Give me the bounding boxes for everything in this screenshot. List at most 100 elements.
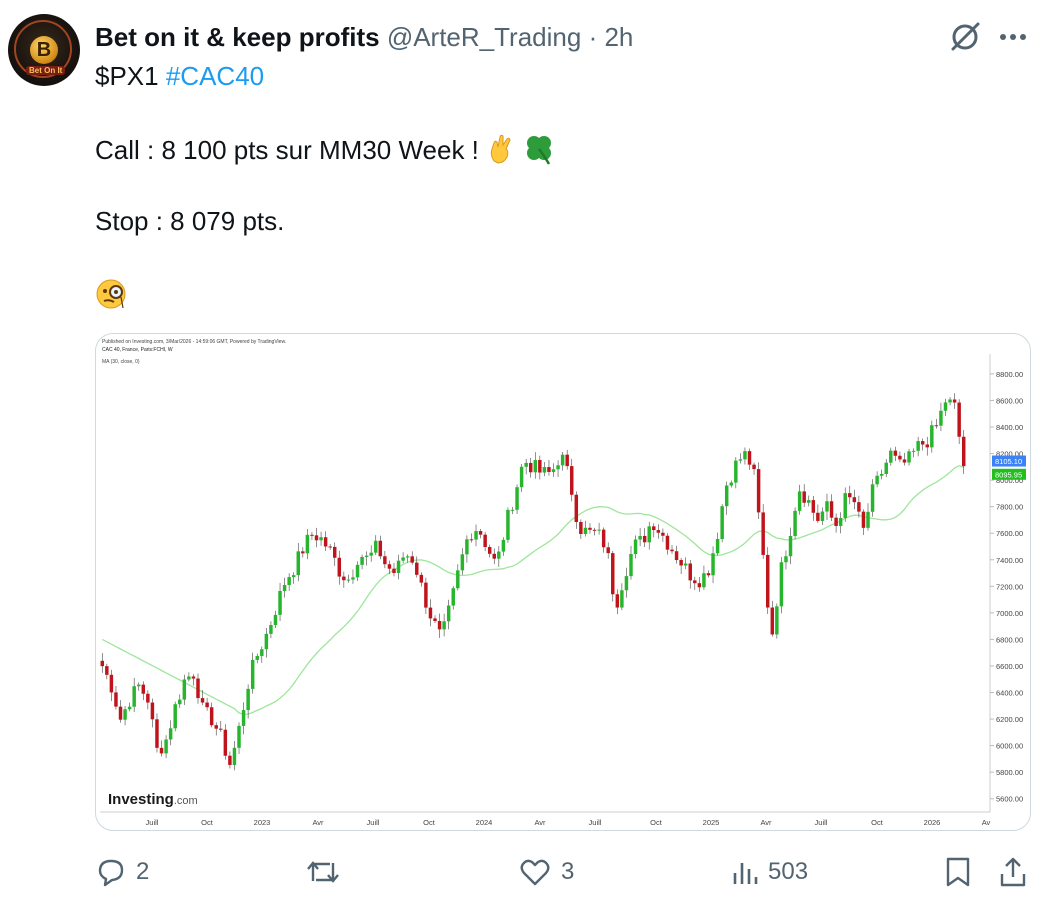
candle-body <box>756 469 761 513</box>
candle-body <box>264 633 269 650</box>
more-options-icon[interactable] <box>996 22 1030 52</box>
y-tick-label: 7200.00 <box>996 582 1023 591</box>
candle-body <box>939 410 943 426</box>
candle-body <box>132 686 136 707</box>
ticker-text[interactable]: $PX1 <box>95 61 159 91</box>
candle-body <box>260 649 264 657</box>
candle-body <box>738 459 743 461</box>
candlestick-chart: Published on Investing.com, 3/Mar/2026 -… <box>100 339 1026 827</box>
heart-icon <box>520 859 550 886</box>
last-price-tag: 8105.10 <box>995 457 1022 466</box>
candle-body <box>638 536 642 540</box>
bookmark-button[interactable] <box>944 852 972 892</box>
candle-body <box>775 606 779 635</box>
user-handle[interactable]: @ArteR_Trading <box>387 22 582 52</box>
candle-body <box>875 475 879 485</box>
candle-body <box>961 436 966 467</box>
x-tick-label: Avr <box>534 818 546 827</box>
candle-body <box>747 451 752 465</box>
candle-body <box>825 501 829 512</box>
candle-body <box>661 532 665 536</box>
candle-body <box>342 576 346 581</box>
candle-body <box>291 575 296 578</box>
candle-body <box>415 562 419 575</box>
candle-body <box>478 531 483 535</box>
avatar[interactable]: B Bet On It <box>8 14 80 86</box>
candle-body <box>693 580 697 584</box>
candle-body <box>159 747 164 754</box>
candle-body <box>100 660 105 667</box>
x-tick-label: 2024 <box>476 818 493 827</box>
investing-watermark: Investing.com <box>108 791 198 808</box>
chart-image[interactable]: Published on Investing.com, 3/Mar/2026 -… <box>95 333 1031 831</box>
candle-body <box>592 529 597 531</box>
candle-body <box>419 574 424 583</box>
like-button[interactable]: 3 <box>519 852 574 892</box>
x-tick-label: Oct <box>423 818 436 827</box>
y-tick-label: 7600.00 <box>996 529 1023 538</box>
candle-body <box>105 666 109 675</box>
candle-body <box>583 527 588 535</box>
candle-body <box>560 454 565 466</box>
candle-body <box>437 621 442 630</box>
candle-body <box>752 464 756 470</box>
y-tick-label: 8600.00 <box>996 396 1023 405</box>
candle-body <box>519 466 524 488</box>
four-leaf-clover-icon <box>523 133 555 172</box>
candle-body <box>205 702 209 708</box>
repost-button[interactable] <box>306 852 350 892</box>
candle-body <box>278 590 282 615</box>
post-timestamp[interactable]: 2h <box>604 22 633 52</box>
candle-body <box>483 534 487 547</box>
post-line-call: Call : 8 100 pts sur MM30 Week ! <box>95 133 555 172</box>
candle-body <box>146 693 150 703</box>
candle-body <box>109 674 114 693</box>
share-button[interactable] <box>998 852 1028 892</box>
candle-body <box>898 455 902 460</box>
chart-symbol-label: CAC 40, France, Paris:FCHI, W <box>102 347 173 353</box>
candle-body <box>916 441 920 451</box>
x-tick-label: 2025 <box>703 818 720 827</box>
y-axis-ticks: 5600.00 5800.00 6000.00 6200.00 6400.00 6600.… <box>990 370 1023 804</box>
avatar-tag: Bet On It <box>26 66 66 75</box>
candle-body <box>711 553 715 576</box>
candle-body <box>642 536 647 543</box>
x-tick-label: Av <box>982 818 991 827</box>
x-tick-label: Juill <box>146 818 159 827</box>
candle-body <box>647 526 651 543</box>
chart-indicator-label: MA (30, close, 0) <box>102 359 140 365</box>
candle-body <box>793 510 797 536</box>
candle-body <box>287 577 291 586</box>
reply-button[interactable]: 2 <box>96 852 149 892</box>
candle-body <box>688 563 692 581</box>
candle-body <box>474 531 478 540</box>
ma-value-tag: 8095.95 <box>995 470 1022 479</box>
chart-published-note: Published on Investing.com, 3/Mar/2026 -… <box>102 339 286 345</box>
candle-body <box>866 511 870 528</box>
candle-body <box>383 556 387 565</box>
candle-body <box>497 551 501 559</box>
candle-body <box>615 594 620 608</box>
candle-body <box>360 556 364 565</box>
candle-body <box>957 402 961 437</box>
candle-body <box>579 522 583 535</box>
hashtag-link[interactable]: #CAC40 <box>166 61 264 91</box>
candle-body <box>428 607 433 619</box>
candle-body <box>538 460 542 473</box>
candle-body <box>706 573 711 576</box>
candle-body <box>843 493 847 518</box>
repost-icon <box>307 861 339 883</box>
candle-body <box>588 527 592 530</box>
grok-icon[interactable] <box>948 20 982 54</box>
display-name[interactable]: Bet on it & keep profits <box>95 22 380 52</box>
candle-body <box>228 755 232 765</box>
candle-body <box>879 473 884 476</box>
candle-body <box>784 556 788 563</box>
candle-body <box>770 607 775 635</box>
views-button[interactable]: 503 <box>732 852 808 892</box>
x-tick-label: Juill <box>367 818 380 827</box>
x-tick-label: 2023 <box>254 818 271 827</box>
candle-body <box>829 501 834 518</box>
candle-body <box>506 509 510 540</box>
candle-body <box>328 546 332 548</box>
